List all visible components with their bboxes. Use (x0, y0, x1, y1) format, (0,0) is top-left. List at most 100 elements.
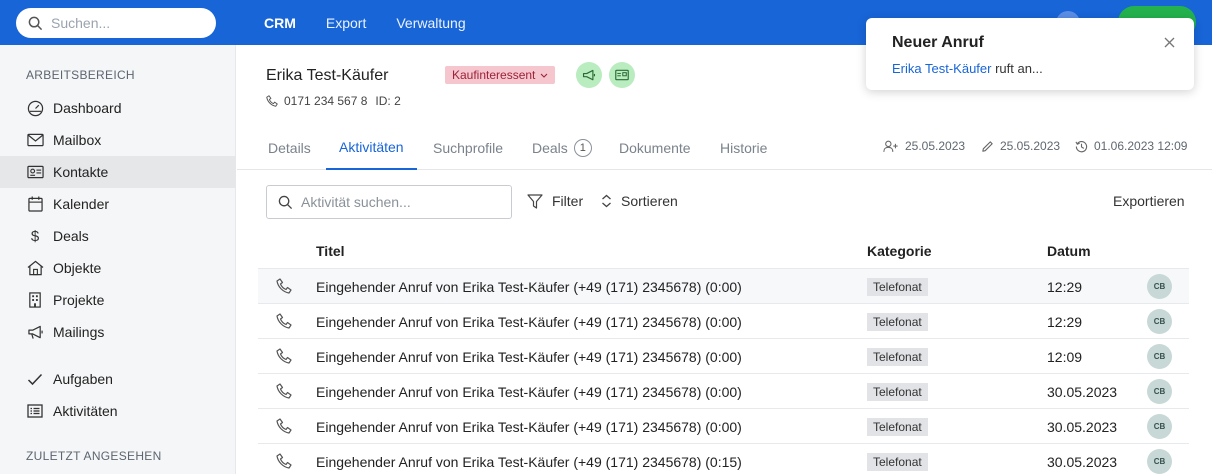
id-card-button[interactable] (609, 62, 635, 88)
activity-title[interactable]: Eingehender Anruf von Erika Test-Käufer … (316, 279, 742, 295)
activity-date: 12:29 (1047, 314, 1083, 330)
tab-bar: Details Aktivitäten Suchprofile Deals 1 … (237, 125, 1212, 170)
table-row[interactable]: Eingehender Anruf von Erika Test-Käufer … (258, 268, 1189, 303)
user-avatar[interactable]: CB (1147, 274, 1172, 299)
contact-status-dropdown[interactable]: Kaufinteressent (445, 66, 556, 84)
tab-dokumente[interactable]: Dokumente (619, 125, 691, 170)
phone-icon (276, 313, 292, 329)
table-row[interactable]: Eingehender Anruf von Erika Test-Käufer … (258, 408, 1189, 443)
table-row[interactable]: Eingehender Anruf von Erika Test-Käufer … (258, 373, 1189, 408)
activity-date: 30.05.2023 (1047, 384, 1118, 400)
meta-history: 01.06.2023 12:09 (1075, 139, 1187, 153)
sidebar-item-label: Kontakte (53, 164, 109, 180)
table-row[interactable]: Eingehender Anruf von Erika Test-Käufer … (258, 338, 1189, 373)
phone-icon (276, 383, 292, 399)
user-avatar[interactable]: CB (1147, 309, 1172, 334)
sort-icon (601, 194, 612, 208)
sidebar-item-kontakte[interactable]: Kontakte (0, 156, 236, 188)
user-avatar[interactable]: CB (1147, 379, 1172, 404)
megaphone-icon (582, 69, 596, 82)
activity-title[interactable]: Eingehender Anruf von Erika Test-Käufer … (316, 314, 742, 330)
column-header-date[interactable]: Datum (1047, 243, 1091, 259)
column-header-category[interactable]: Kategorie (867, 243, 932, 259)
user-avatar[interactable]: CB (1147, 344, 1172, 369)
category-badge: Telefonat (867, 453, 928, 471)
tab-details[interactable]: Details (268, 125, 311, 170)
contact-card-icon (26, 163, 44, 181)
sidebar-item-aktivitaeten[interactable]: Aktivitäten (0, 395, 236, 427)
activity-date: 12:29 (1047, 279, 1083, 295)
activity-date: 12:09 (1047, 349, 1083, 365)
dashboard-icon (26, 99, 44, 117)
contact-phone[interactable]: 0171 234 567 8 (284, 94, 367, 108)
sidebar-item-label: Projekte (53, 292, 105, 308)
sidebar-item-deals[interactable]: $ Deals (0, 220, 236, 252)
global-search[interactable] (16, 8, 216, 38)
nav-verwaltung[interactable]: Verwaltung (396, 15, 465, 31)
close-icon[interactable] (1164, 37, 1175, 48)
activity-title[interactable]: Eingehender Anruf von Erika Test-Käufer … (316, 419, 742, 435)
category-badge: Telefonat (867, 313, 928, 331)
meta-created: 25.05.2023 (883, 139, 965, 153)
activity-title[interactable]: Eingehender Anruf von Erika Test-Käufer … (316, 454, 742, 470)
chevron-down-icon (540, 73, 548, 78)
nav-export[interactable]: Export (326, 15, 366, 31)
building-icon (26, 291, 44, 309)
activity-title[interactable]: Eingehender Anruf von Erika Test-Käufer … (316, 384, 742, 400)
nav-crm[interactable]: CRM (264, 15, 296, 31)
deals-count-badge: 1 (573, 138, 592, 157)
sidebar-item-mailings[interactable]: Mailings (0, 316, 236, 348)
sidebar-item-label: Dashboard (53, 100, 122, 116)
filter-icon (527, 193, 543, 209)
mail-icon (26, 131, 44, 149)
history-icon (1075, 140, 1088, 153)
column-header-title[interactable]: Titel (316, 243, 345, 259)
activity-date: 30.05.2023 (1047, 419, 1118, 435)
category-badge: Telefonat (867, 348, 928, 366)
phone-icon (266, 95, 278, 107)
phone-icon (276, 348, 292, 364)
tab-deals[interactable]: Deals 1 (532, 125, 592, 170)
activity-search-input[interactable] (301, 194, 501, 210)
section-title-workspace: ARBEITSBEREICH (26, 68, 135, 82)
sidebar-item-label: Mailings (53, 324, 105, 340)
phone-icon (276, 278, 292, 294)
table-row[interactable]: Eingehender Anruf von Erika Test-Käufer … (258, 303, 1189, 338)
filter-button[interactable]: Filter (527, 193, 583, 209)
notification-text: ruft an... (991, 61, 1043, 76)
sidebar-item-projekte[interactable]: Projekte (0, 284, 236, 316)
tab-historie[interactable]: Historie (720, 125, 767, 170)
sidebar-item-label: Objekte (53, 260, 102, 276)
sidebar-item-objekte[interactable]: Objekte (0, 252, 236, 284)
campaign-button[interactable] (576, 62, 602, 88)
export-button[interactable]: Exportieren (1113, 193, 1185, 209)
user-avatar[interactable]: CB (1147, 414, 1172, 439)
user-avatar[interactable]: CB (1147, 449, 1172, 474)
phone-icon (276, 418, 292, 434)
activity-search[interactable] (266, 185, 512, 219)
activity-title[interactable]: Eingehender Anruf von Erika Test-Käufer … (316, 349, 742, 365)
tab-suchprofile[interactable]: Suchprofile (433, 125, 503, 170)
call-notification: Neuer Anruf Erika Test-Käufer ruft an... (866, 18, 1194, 90)
contact-name: Erika Test-Käufer (266, 67, 389, 84)
sidebar-item-aufgaben[interactable]: Aufgaben (0, 363, 236, 395)
table-row[interactable]: Eingehender Anruf von Erika Test-Käufer … (258, 443, 1189, 474)
search-input[interactable] (51, 15, 201, 31)
category-badge: Telefonat (867, 278, 928, 296)
phone-icon (276, 453, 292, 469)
sort-button[interactable]: Sortieren (601, 193, 678, 209)
tab-aktivitaeten[interactable]: Aktivitäten (326, 125, 417, 170)
sidebar-item-label: Aufgaben (53, 371, 113, 387)
add-user-icon (883, 140, 899, 153)
sidebar-item-dashboard[interactable]: Dashboard (0, 92, 236, 124)
dollar-icon: $ (30, 227, 40, 245)
main-nav: CRM Export Verwaltung (264, 0, 466, 45)
sidebar-item-label: Mailbox (53, 132, 102, 148)
status-badge-label: Kaufinteressent (452, 68, 536, 82)
sidebar: ARBEITSBEREICH Dashboard Mailbox Kontakt… (0, 45, 236, 474)
search-icon (28, 16, 43, 31)
sidebar-item-mailbox[interactable]: Mailbox (0, 124, 236, 156)
caller-link[interactable]: Erika Test-Käufer (892, 61, 991, 76)
main-content: Erika Test-Käufer Kaufinteressent 0171 2… (237, 45, 1212, 474)
sidebar-item-kalender[interactable]: Kalender (0, 188, 236, 220)
